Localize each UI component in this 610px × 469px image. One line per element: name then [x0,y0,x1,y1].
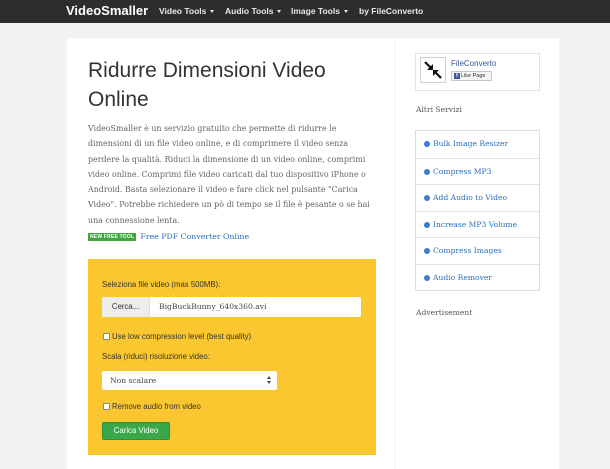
nav-image-tools-label: Image Tools [291,6,340,16]
service-label: Compress Images [433,246,502,255]
compress-arrows-icon [424,61,442,79]
service-item[interactable]: Compress MP3 [416,157,539,185]
select-arrows-icon [267,376,272,385]
nav-audio-tools-label: Audio Tools [225,6,274,16]
file-select-label: Seleziona file video (max 500MB): [102,280,221,289]
fileconverto-logo[interactable] [420,57,446,83]
new-tool-row: NEW FREE TOOL Free PDF Converter Online [88,232,249,241]
services-list: Bulk Image Resizer Compress MP3 Add Audi… [415,130,540,291]
caret-down-icon [277,10,282,14]
nav-video-tools[interactable]: Video Tools [159,6,215,16]
service-item[interactable]: Increase MP3 Volume [416,210,539,238]
service-label: Add Audio to Video [433,193,508,202]
globe-icon [424,168,430,175]
service-label: Audio Remover [433,272,493,282]
services-heading: Altri Servizi [416,105,462,114]
remove-audio-checkbox[interactable] [103,403,110,410]
advertisement-label: Advertisement [416,308,473,317]
low-compression-label[interactable]: Use low compression level (best quality) [112,332,251,341]
low-compression-checkbox[interactable] [103,333,110,340]
nav-audio-tools[interactable]: Audio Tools [225,6,282,16]
facebook-like-button[interactable]: f Like Page [451,71,492,81]
globe-icon [424,141,430,147]
service-label: Compress MP3 [433,166,492,176]
scale-resolution-value: Non scalare [110,376,157,385]
nav-video-tools-label: Video Tools [159,6,207,16]
globe-icon [424,195,430,201]
service-item[interactable]: Audio Remover [416,263,539,291]
caret-down-icon [210,10,215,14]
nav-by-fileconverto[interactable]: by FileConverto [359,6,423,16]
service-label: Bulk Image Resizer [433,139,509,148]
file-input[interactable]: Cerca... BigBuckBunny_640x360.avi [102,297,361,317]
globe-icon [424,248,430,254]
selected-file-name: BigBuckBunny_640x360.avi [159,302,267,311]
facebook-icon: f [454,73,460,79]
top-navbar: VideoSmaller Video Tools Audio Tools Ima… [0,0,610,23]
nav-image-tools[interactable]: Image Tools [291,6,348,16]
facebook-page-name[interactable]: FileConverto [451,59,496,68]
browse-button[interactable]: Cerca... [102,297,150,317]
facebook-like-label: Like Page [461,73,486,79]
brand-logo[interactable]: VideoSmaller [66,3,148,18]
service-item[interactable]: Compress Images [416,237,539,264]
pdf-converter-link[interactable]: Free PDF Converter Online [140,232,249,241]
globe-icon [424,221,430,228]
scale-resolution-select[interactable]: Non scalare [102,371,277,390]
service-item[interactable]: Bulk Image Resizer [416,131,539,158]
nav-by-fileconverto-label: by FileConverto [359,6,424,16]
caret-down-icon [343,10,348,14]
service-item[interactable]: Add Audio to Video [416,184,539,211]
globe-icon [424,274,430,281]
service-label: Increase MP3 Volume [433,219,518,229]
remove-audio-label[interactable]: Remove audio from video [112,402,201,411]
new-free-tool-badge: NEW FREE TOOL [88,232,137,241]
scale-resolution-label: Scala (riduci) risoluzione video: [102,352,210,361]
intro-paragraph: VideoSmaller è un servizio gratuito che … [88,124,370,225]
page-title: Ridurre Dimensioni Video Online [88,59,326,111]
upload-video-button[interactable]: Carica Video [102,422,170,440]
